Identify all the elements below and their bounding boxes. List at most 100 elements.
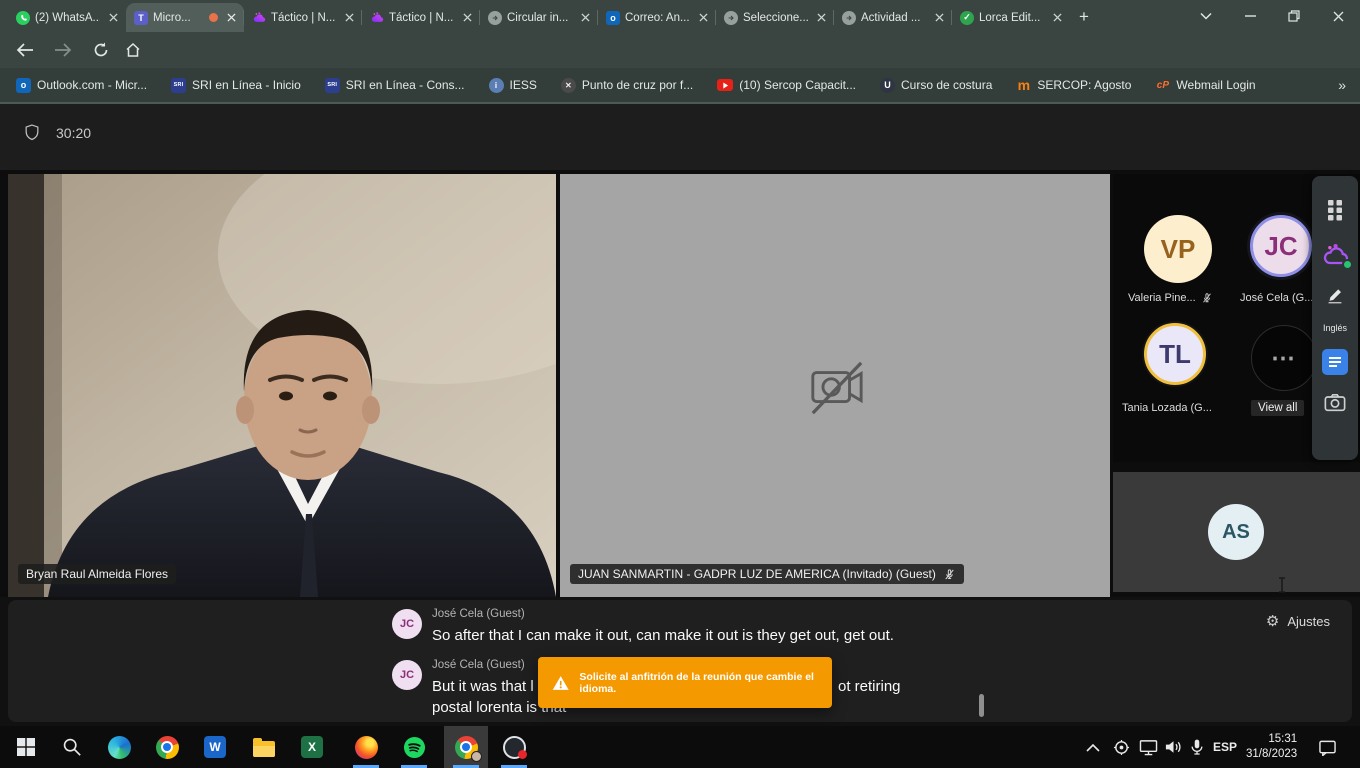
tab-actividad[interactable]: Actividad ... [834, 3, 952, 32]
tab-close-icon[interactable] [931, 10, 947, 26]
participant-avatar-tl[interactable]: TL [1144, 323, 1206, 385]
bookmark-sercop-youtube[interactable]: (10) Sercop Capacit... [717, 78, 856, 92]
view-all-label[interactable]: View all [1251, 400, 1304, 416]
participant-name-label: JUAN SANMARTIN - GADPR LUZ DE AMERICA (I… [570, 564, 964, 584]
tray-display-icon[interactable] [1139, 726, 1158, 768]
sri-icon: SRI [325, 78, 340, 93]
bookmark-sri-inicio[interactable]: SRISRI en Línea - Inicio [171, 78, 301, 93]
site-favicon [724, 11, 738, 25]
new-tab-button[interactable]: + [1070, 3, 1098, 31]
word-icon[interactable]: W [193, 726, 237, 768]
tab-close-icon[interactable] [459, 10, 475, 26]
bookmark-outlook[interactable]: oOutlook.com - Micr... [16, 78, 147, 93]
edge-icon[interactable] [97, 726, 141, 768]
caption-speaker: José Cela (Guest) [432, 608, 525, 620]
tab-title: (2) WhatsA... [35, 12, 100, 24]
tab-title: Correo: An... [625, 12, 690, 24]
tab-seleccione[interactable]: Seleccione... [716, 3, 834, 32]
bookmarks-overflow-icon[interactable]: » [1338, 77, 1346, 93]
punto-icon: ✕ [561, 78, 576, 93]
participant-avatar-jc[interactable]: JC [1250, 215, 1312, 277]
clock-date[interactable]: 15:3131/8/2023 [1246, 726, 1297, 768]
participant-label-vp: Valeria Pine... [1128, 292, 1213, 304]
bookmark-webmail[interactable]: cPWebmail Login [1155, 78, 1255, 93]
caption-speaker: José Cela (Guest) [432, 659, 525, 671]
minimize-button[interactable] [1228, 0, 1272, 32]
firefox-icon[interactable] [344, 726, 388, 768]
participant-video-bryan[interactable]: Bryan Raul Almeida Flores [8, 174, 556, 597]
tab-close-icon[interactable] [223, 10, 239, 26]
tab-close-icon[interactable] [577, 10, 593, 26]
browser-tab-strip: (2) WhatsA... T Micro... Táctico | N... … [0, 0, 1360, 32]
file-explorer-icon[interactable] [242, 726, 286, 768]
tab-tactico-2[interactable]: Táctico | N... [362, 3, 480, 32]
search-icon[interactable] [50, 726, 94, 768]
recorder-app-icon[interactable] [492, 726, 536, 768]
chrome-active-icon[interactable] [444, 726, 488, 768]
captions-scrollbar-thumb[interactable] [979, 694, 984, 717]
tab-title: Actividad ... [861, 12, 926, 24]
gear-icon: ⚙ [1266, 612, 1279, 630]
tab-close-icon[interactable] [1049, 10, 1065, 26]
tab-lorca[interactable]: ✓ Lorca Edit... [952, 3, 1070, 32]
screenshot-camera-icon[interactable] [1324, 393, 1346, 412]
bookmark-curso-costura[interactable]: UCurso de costura [880, 78, 992, 93]
captions-toggle-icon[interactable] [1322, 349, 1348, 375]
tactiq-favicon [252, 11, 266, 25]
overflow-participant-tile[interactable]: AS [1113, 467, 1360, 597]
action-center-icon[interactable] [1318, 726, 1337, 768]
windows-taskbar: W X ESP 15:3131/8/2023 [0, 726, 1360, 768]
tray-volume-icon[interactable] [1164, 726, 1183, 768]
extension-side-panel: Inglés [1312, 176, 1358, 460]
spotify-icon[interactable] [392, 726, 436, 768]
reload-button[interactable] [88, 37, 114, 63]
tab-title: Circular in... [507, 12, 572, 24]
captions-settings-button[interactable]: ⚙ Ajustes [1266, 612, 1330, 630]
apps-grid-icon[interactable] [1326, 198, 1344, 222]
back-button[interactable] [12, 37, 38, 63]
costura-icon: U [880, 78, 895, 93]
bookmark-punto-de-cruz[interactable]: ✕Punto de cruz por f... [561, 78, 693, 93]
tray-recorder-icon[interactable] [1113, 726, 1130, 768]
participant-avatar-vp[interactable]: VP [1144, 215, 1212, 283]
tray-chevron-up-icon[interactable] [1086, 726, 1100, 768]
bookmark-sercop-agosto[interactable]: mSERCOP: Agosto [1016, 78, 1131, 93]
tab-search-chevron-icon[interactable] [1184, 0, 1228, 32]
chrome-icon[interactable] [145, 726, 189, 768]
forward-button[interactable] [50, 37, 76, 63]
caption-text: So after that I can make it out, can mak… [432, 627, 894, 644]
window-controls [1184, 0, 1360, 32]
highlighter-icon[interactable] [1324, 283, 1346, 305]
tab-title: Táctico | N... [389, 12, 454, 24]
tab-close-icon[interactable] [341, 10, 357, 26]
tactiq-cloud-icon[interactable] [1321, 242, 1349, 267]
tray-date: 31/8/2023 [1246, 748, 1297, 760]
sri-icon: SRI [171, 78, 186, 93]
caption-language-label[interactable]: Inglés [1323, 323, 1347, 333]
site-favicon [488, 11, 502, 25]
excel-icon[interactable]: X [290, 726, 334, 768]
home-icon[interactable] [120, 37, 146, 63]
camera-disabled-icon [805, 359, 867, 417]
tab-tactico-1[interactable]: Táctico | N... [244, 3, 362, 32]
tray-mic-icon[interactable] [1190, 726, 1204, 768]
whatsapp-favicon [16, 11, 30, 25]
participants-overflow-button[interactable]: ⋯ [1251, 325, 1317, 391]
close-window-button[interactable] [1316, 0, 1360, 32]
participant-video-juan[interactable]: JUAN SANMARTIN - GADPR LUZ DE AMERICA (I… [560, 174, 1110, 597]
tab-correo[interactable]: o Correo: An... [598, 3, 716, 32]
tab-circular[interactable]: Circular in... [480, 3, 598, 32]
start-button[interactable] [4, 726, 48, 768]
caption-text: ot retiring [838, 678, 901, 695]
bookmark-sri-consultas[interactable]: SRISRI en Línea - Cons... [325, 78, 465, 93]
tab-close-icon[interactable] [695, 10, 711, 26]
tab-whatsapp[interactable]: (2) WhatsA... [8, 3, 126, 32]
participant-avatar-as: AS [1208, 504, 1264, 560]
bookmark-iess[interactable]: iIESS [489, 78, 537, 93]
restore-button[interactable] [1272, 0, 1316, 32]
tab-close-icon[interactable] [813, 10, 829, 26]
tab-close-icon[interactable] [105, 10, 121, 26]
keyboard-language[interactable]: ESP [1213, 726, 1237, 768]
tab-teams-active[interactable]: T Micro... [126, 3, 244, 32]
tab-title: Seleccione... [743, 12, 808, 24]
